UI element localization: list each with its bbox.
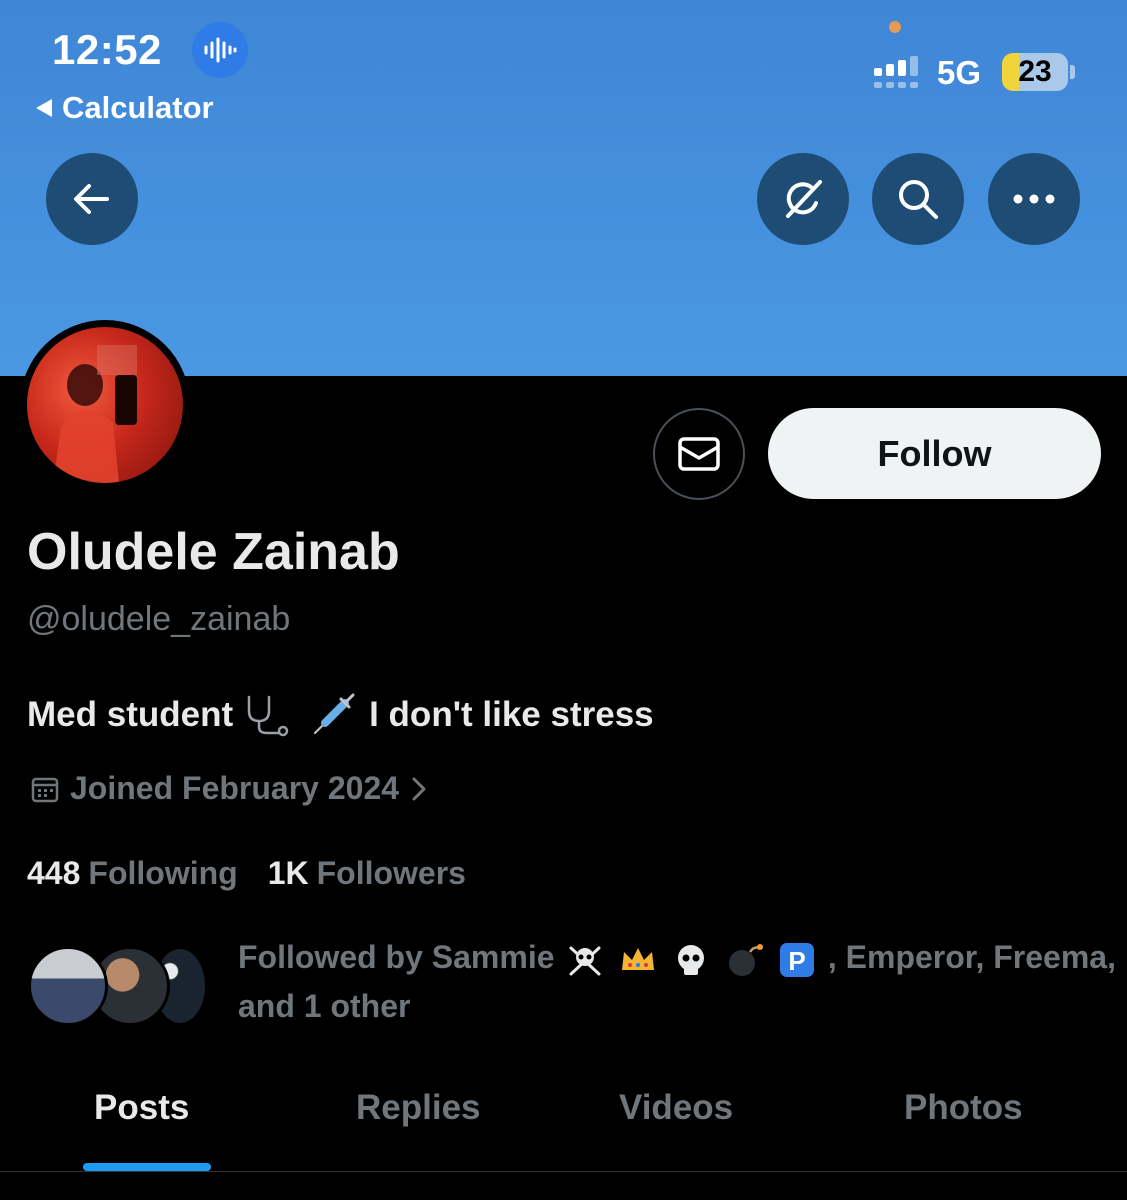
- following-label: Following: [88, 855, 238, 891]
- following-count: 448: [27, 855, 81, 891]
- following-link[interactable]: 448 Following: [27, 855, 238, 892]
- tab-photos[interactable]: Photos: [904, 1088, 1023, 1128]
- tab-videos[interactable]: Videos: [619, 1088, 733, 1128]
- followers-link[interactable]: 1K Followers: [268, 855, 466, 892]
- back-triangle-icon: [36, 99, 52, 117]
- back-app-label: Calculator: [62, 90, 214, 125]
- followers-label: Followers: [316, 855, 466, 891]
- syringe-icon: [314, 693, 355, 734]
- tab-posts[interactable]: Posts: [94, 1088, 189, 1128]
- skull-icon: [678, 944, 705, 975]
- mutual-avatar: [28, 946, 108, 1026]
- back-to-app-link[interactable]: Calculator: [36, 90, 214, 126]
- active-tab-indicator: [83, 1163, 211, 1171]
- envelope-icon: [678, 437, 720, 471]
- display-name: Oludele Zainab: [27, 523, 400, 581]
- bio: Med student I don't like stress: [27, 693, 654, 737]
- avatar-photo: [27, 327, 183, 483]
- handle: @oludele_zainab: [27, 600, 291, 638]
- back-button[interactable]: [46, 153, 138, 245]
- audio-recording-icon: [192, 22, 248, 78]
- status-time: 12:52: [52, 26, 162, 73]
- crown-icon: [622, 947, 655, 970]
- chevron-right-icon: [412, 777, 426, 800]
- profile-tabs: Posts Replies Videos Photos: [0, 1070, 1127, 1172]
- signal-strength-icon: [874, 56, 918, 88]
- more-button[interactable]: [988, 153, 1080, 245]
- joined-text: Joined February 2024: [70, 770, 400, 806]
- battery-level: 23: [1018, 55, 1052, 88]
- bio-text-2: I don't like stress: [369, 695, 654, 734]
- follow-button[interactable]: Follow: [768, 408, 1101, 499]
- followed-by-prefix: Followed by Sammie: [238, 939, 555, 975]
- calendar-icon: [31, 777, 59, 802]
- mutual-followers-avatars[interactable]: [28, 946, 218, 1026]
- bio-text-1: Med student: [27, 695, 234, 734]
- tab-replies[interactable]: Replies: [356, 1088, 481, 1128]
- svg-text:P: P: [788, 946, 805, 976]
- battery-tip: [1070, 65, 1075, 79]
- followers-count: 1K: [267, 855, 309, 891]
- grok-button[interactable]: [757, 153, 849, 245]
- stethoscope-icon: [247, 695, 289, 737]
- p-button-icon: P: [779, 942, 814, 977]
- more-icon: [1013, 194, 1055, 204]
- back-arrow-icon: [74, 184, 109, 214]
- grok-icon: [786, 180, 822, 218]
- profile-avatar[interactable]: [20, 320, 190, 490]
- bomb-icon: [729, 943, 764, 976]
- skull-crossbones-icon: [569, 946, 601, 976]
- message-button[interactable]: [653, 408, 745, 500]
- followed-by-suffix: , Emperor, Freema,: [827, 939, 1116, 975]
- search-button[interactable]: [872, 153, 964, 245]
- search-icon: [899, 180, 938, 219]
- battery-icon: 23: [1002, 53, 1068, 91]
- followed-by-text[interactable]: Followed by Sammie P , Emperor, Freema, …: [238, 933, 1118, 1031]
- joined-date[interactable]: Joined February 2024: [30, 770, 429, 807]
- followed-by-line2: and 1 other: [238, 988, 411, 1024]
- follow-stats: 448 Following 1K Followers: [27, 855, 466, 892]
- network-type: 5G: [937, 54, 982, 91]
- privacy-indicator-dot: [889, 21, 901, 33]
